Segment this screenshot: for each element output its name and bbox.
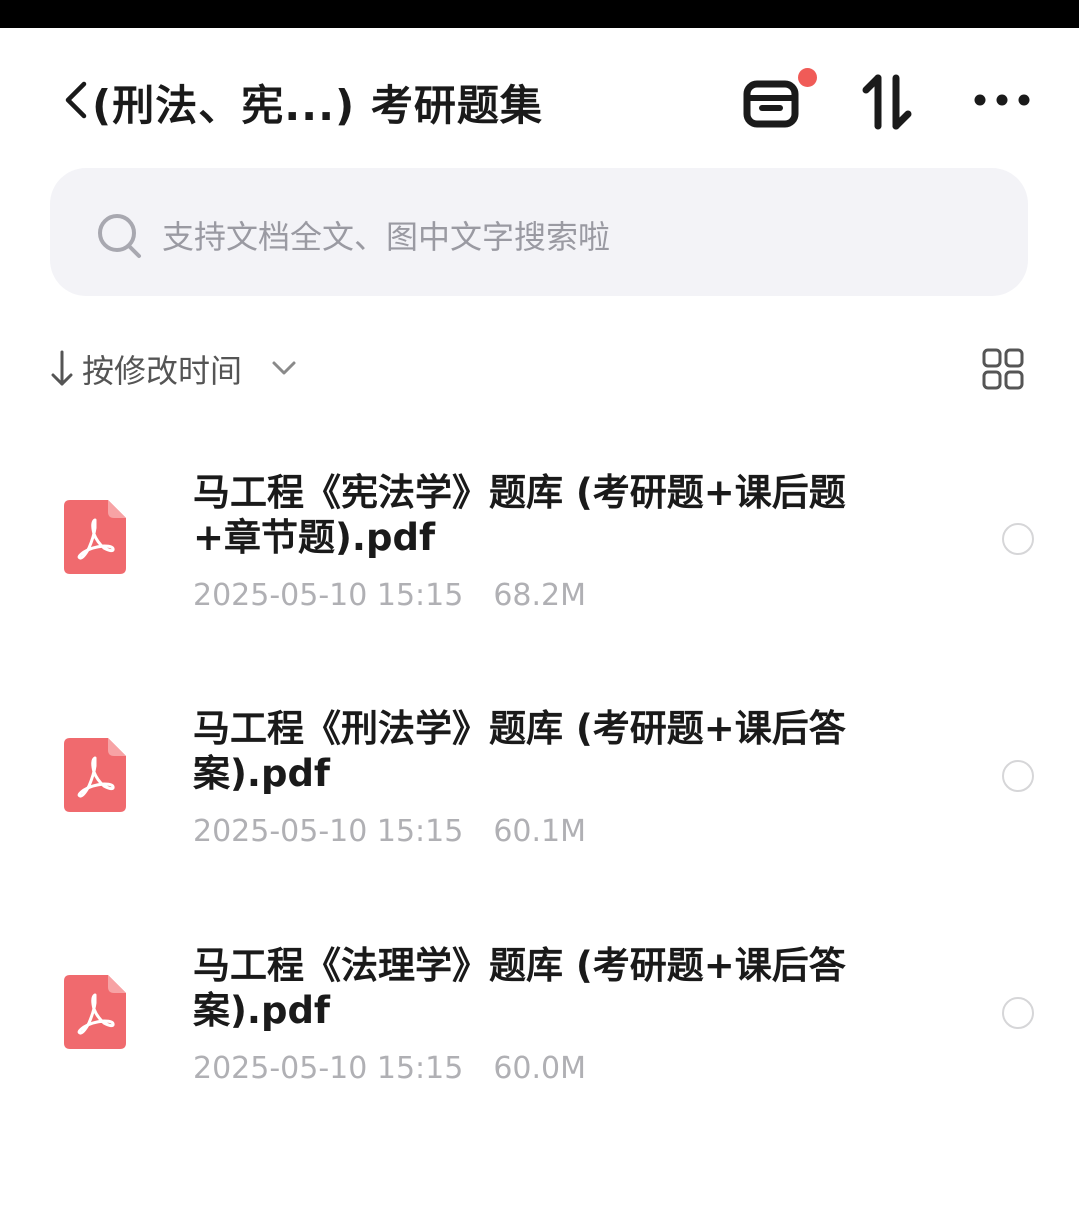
sort-toggle-button[interactable] [858, 72, 918, 132]
select-radio[interactable] [1002, 997, 1034, 1029]
sort-swap-icon [862, 74, 912, 130]
sort-selector[interactable]: 按修改时间 [50, 340, 330, 400]
grid-view-icon [982, 348, 1024, 390]
select-radio[interactable] [1002, 523, 1034, 555]
file-size: 60.1M [493, 814, 587, 849]
file-date: 2025-05-10 15:15 [193, 1051, 464, 1086]
file-date: 2025-05-10 15:15 [193, 578, 464, 613]
pdf-icon [64, 738, 126, 812]
file-date: 2025-05-10 15:15 [193, 814, 464, 849]
pdf-icon [64, 975, 126, 1049]
notification-dot [798, 68, 817, 87]
search-placeholder[interactable]: 支持文档全文、图中文字搜索啦 [162, 212, 610, 258]
file-list-item[interactable]: 马工程《刑法学》题库 (考研题+课后答案).pdf 2025-05-10 15:… [0, 678, 1079, 878]
arrow-down-icon [51, 350, 73, 386]
status-bar [0, 0, 1079, 28]
chevron-down-icon [272, 361, 296, 375]
header-bar: (刑法、宪...) 考研题集 [0, 28, 1079, 168]
sort-label: 按修改时间 [82, 352, 243, 390]
page-title: (刑法、宪...) 考研题集 [92, 81, 543, 130]
file-name: 马工程《宪法学》题库 (考研题+课后题+章节题).pdf [193, 471, 846, 559]
file-list-item[interactable]: 马工程《法理学》题库 (考研题+课后答案).pdf 2025-05-10 15:… [0, 915, 1079, 1115]
file-meta: 2025-05-10 15:15 68.2M [193, 578, 586, 613]
pdf-icon [64, 500, 126, 574]
more-icon [974, 94, 1030, 106]
search-icon [98, 214, 141, 258]
file-meta: 2025-05-10 15:15 60.1M [193, 814, 586, 849]
file-list-item[interactable]: 马工程《宪法学》题库 (考研题+课后题+章节题).pdf 2025-05-10 … [0, 440, 1079, 640]
recycle-bin-button[interactable] [742, 68, 822, 132]
more-button[interactable] [972, 80, 1032, 120]
file-meta: 2025-05-10 15:15 60.0M [193, 1051, 586, 1086]
file-name: 马工程《法理学》题库 (考研题+课后答案).pdf [193, 944, 846, 1032]
select-radio[interactable] [1002, 760, 1034, 792]
file-name: 马工程《刑法学》题库 (考研题+课后答案).pdf [193, 707, 846, 795]
file-size: 60.0M [493, 1051, 587, 1086]
file-size: 68.2M [493, 578, 587, 613]
grid-view-button[interactable] [982, 348, 1024, 390]
